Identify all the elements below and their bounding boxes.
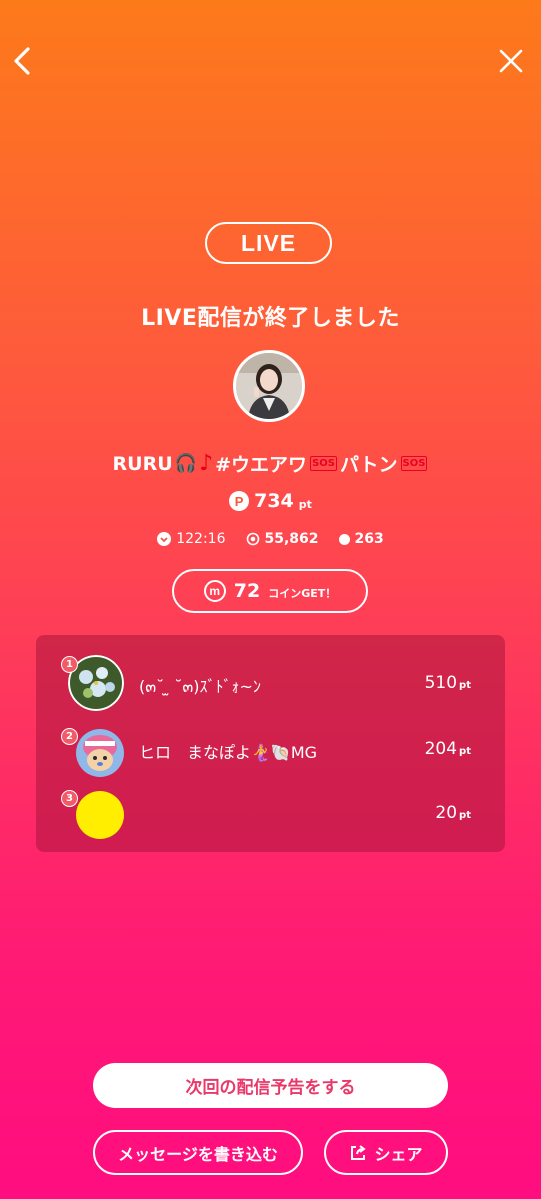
streamer-name: RURU 🎧 ♪ #ウエアワ SOS パトン SOS [0, 450, 541, 477]
views-value: 55,862 [264, 531, 319, 547]
sos-icon: SOS [400, 456, 428, 471]
avatar-photo [236, 353, 302, 419]
write-message-label: メッセージを書き込む [118, 1144, 278, 1164]
music-note-icon: ♪ [199, 451, 214, 476]
ranking-name: ヒロ まなぽよ🧜‍♀️🐚MG [139, 743, 318, 762]
headphones-icon: 🎧 [174, 453, 198, 474]
live-badge: LIVE [205, 222, 332, 264]
avatar-photo [76, 729, 124, 777]
points-value: 734 [254, 490, 294, 512]
ranking-name: (๓˘ ̫ ˘๓)ｽﾞﾄﾞｫ~ﾝ [139, 677, 261, 696]
coin-icon: m [203, 580, 226, 602]
ranking-row[interactable]: 2 ヒロ まなぽよ🧜‍♀️🐚MG 204 pt [36, 719, 505, 783]
avatar[interactable] [76, 791, 124, 839]
streamer-name-suffix: パトン [339, 454, 398, 476]
coin-get-button[interactable]: m 72 コインGET！ [172, 569, 368, 613]
ranking-score-value: 20 [435, 803, 458, 823]
coin-label: コインGET！ [268, 586, 337, 600]
ranking-score: 204 pt [425, 739, 471, 759]
ranking-row[interactable]: 1 (๓˘ ̫ ˘๓)ｽﾞﾄﾞｫ~ﾝ 510 pt [36, 647, 505, 711]
duration-stat: 122:16 [157, 531, 226, 547]
ranking-score: 20 pt [435, 803, 471, 823]
share-button[interactable]: シェア [324, 1130, 448, 1175]
ranking-score-unit: pt [459, 680, 471, 691]
views-stat: 55,862 [246, 531, 319, 547]
supporter-ranking: 1 (๓˘ ̫ ˘๓)ｽﾞﾄﾞｫ~ﾝ 510 pt 2 [36, 635, 505, 852]
sos-icon: SOS [310, 456, 337, 471]
streamer-hashtag: #ウエアワ [215, 454, 308, 476]
comments-value: 263 [354, 531, 384, 547]
streamer-name-prefix: RURU [112, 452, 173, 475]
points-summary: P 734 pt [0, 490, 541, 512]
share-icon [351, 1144, 367, 1160]
eye-icon [246, 532, 260, 546]
close-button[interactable] [496, 46, 526, 76]
points-icon: P [229, 491, 250, 511]
ranking-score-value: 204 [424, 739, 458, 759]
comments-stat: 263 [338, 531, 384, 547]
stream-stats: 122:16 55,862 263 [0, 531, 541, 547]
ranking-row[interactable]: 3 20 pt [36, 781, 505, 845]
stream-ended-title: LIVE配信が終了しました [141, 306, 400, 331]
duration-value: 122:16 [176, 531, 226, 547]
close-icon [499, 49, 523, 73]
rank-badge: 3 [61, 790, 78, 807]
coin-value: 72 [233, 580, 261, 602]
streamer-avatar[interactable] [233, 350, 305, 422]
rank-badge: 2 [61, 728, 78, 745]
share-label: シェア [374, 1144, 423, 1164]
write-message-button[interactable]: メッセージを書き込む [93, 1130, 303, 1175]
ranking-score-value: 510 [424, 673, 458, 693]
rank-badge: 1 [61, 656, 78, 673]
clock-icon [157, 532, 172, 546]
ranking-score: 510 pt [425, 673, 471, 693]
back-button[interactable] [8, 44, 38, 78]
points-unit: pt [298, 498, 312, 511]
chevron-left-icon [14, 47, 30, 75]
avatar[interactable] [76, 729, 124, 777]
comment-icon [338, 533, 350, 545]
schedule-next-stream-button[interactable]: 次回の配信予告をする [93, 1063, 448, 1108]
ranking-score-unit: pt [459, 746, 471, 757]
ranking-score-unit: pt [459, 810, 471, 821]
